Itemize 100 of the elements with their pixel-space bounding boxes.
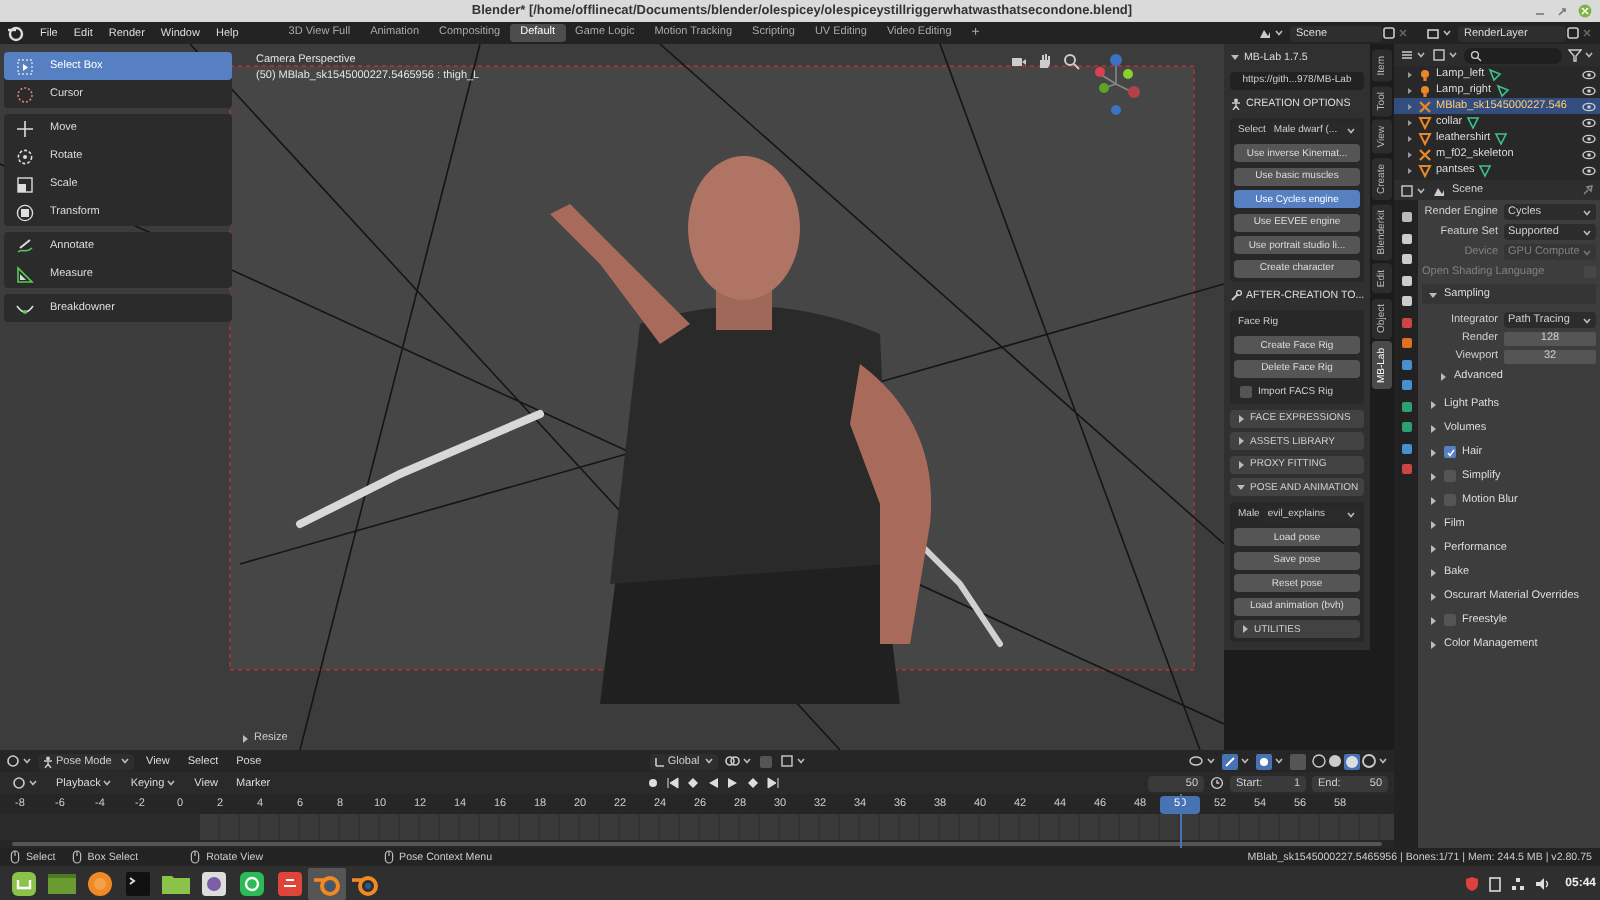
- logo-icon[interactable]: [6, 24, 24, 42]
- volume-icon[interactable]: [1533, 875, 1550, 891]
- scale-icon: [16, 175, 34, 193]
- checkbox[interactable]: [1444, 614, 1456, 626]
- disclosure-triangle-icon[interactable]: [1428, 495, 1438, 505]
- caret-icon: [1448, 50, 1458, 60]
- previous-keyframe-icon[interactable]: [685, 776, 700, 790]
- caret-icon: [28, 778, 38, 788]
- checkbox[interactable]: [1240, 385, 1252, 397]
- maximize-icon[interactable]: [1556, 5, 1568, 17]
- shield-icon[interactable]: [1463, 875, 1480, 891]
- browser-icon: [83, 867, 115, 899]
- camera-icon[interactable]: [1010, 52, 1028, 70]
- mesh-icon: [1418, 163, 1432, 177]
- visibility-icon[interactable]: [1188, 754, 1205, 768]
- wireframe-shading-icon[interactable]: [1312, 754, 1327, 768]
- disclosure-triangle-icon[interactable]: [1236, 436, 1246, 446]
- play-icon[interactable]: [725, 776, 740, 790]
- overlay-icon[interactable]: [1256, 753, 1273, 769]
- disclosure-triangle-icon[interactable]: [1428, 639, 1438, 649]
- caret-icon: [120, 756, 130, 766]
- checkbox[interactable]: [1444, 446, 1456, 458]
- material-shading-icon[interactable]: [1344, 753, 1361, 769]
- disclosure-triangle-icon[interactable]: [1428, 471, 1438, 481]
- solid-shading-icon[interactable]: [1328, 754, 1343, 768]
- store-icon: [235, 867, 267, 899]
- caret-icon: [703, 756, 714, 766]
- disclosure-triangle-icon[interactable]: [240, 733, 250, 743]
- terminal-icon: [121, 867, 153, 899]
- disclosure-triangle-icon[interactable]: [1428, 567, 1438, 577]
- caret-icon: [1416, 50, 1426, 60]
- hand-icon[interactable]: [1036, 52, 1054, 70]
- disclosure-triangle-icon[interactable]: [1428, 591, 1438, 601]
- eye-icon[interactable]: [1582, 115, 1596, 129]
- caret-icon: [795, 756, 806, 766]
- zoom-icon[interactable]: [1062, 52, 1080, 70]
- search-field[interactable]: [1464, 47, 1562, 63]
- disclosure-triangle-icon[interactable]: [1236, 413, 1246, 423]
- rotate-icon: [16, 147, 34, 165]
- eye-icon[interactable]: [1582, 83, 1596, 97]
- check-icon: [1445, 447, 1455, 457]
- taskbar-app[interactable]: [308, 867, 346, 899]
- caret-icon: [741, 756, 752, 766]
- eye-icon[interactable]: [1582, 99, 1596, 113]
- playhead-line: [1180, 794, 1182, 848]
- checkbox[interactable]: [1444, 470, 1456, 482]
- disclosure-triangle-icon[interactable]: [1438, 371, 1448, 381]
- mouse-icon: [190, 850, 201, 864]
- jump-start-icon[interactable]: [665, 776, 680, 790]
- caret-icon: [1584, 50, 1594, 60]
- mesh-data-icon: [1478, 163, 1493, 177]
- disclosure-triangle-icon[interactable]: [1236, 459, 1246, 469]
- caret-icon: [1582, 315, 1592, 325]
- checkbox[interactable]: [1444, 494, 1456, 506]
- caret-icon: [166, 778, 177, 788]
- person-icon: [1230, 97, 1242, 109]
- display-mode-icon[interactable]: [1400, 48, 1414, 62]
- disclosure-triangle-icon[interactable]: [1428, 447, 1438, 457]
- record-icon[interactable]: [645, 776, 660, 790]
- caret-icon: [1274, 28, 1284, 38]
- disclosure-triangle-icon[interactable]: [1428, 519, 1438, 529]
- clock-icon[interactable]: [1210, 776, 1225, 790]
- mouse-icon: [10, 850, 20, 864]
- axes-icon: [653, 755, 666, 767]
- network-icon[interactable]: [1509, 875, 1526, 891]
- viewer-icon: [197, 867, 229, 899]
- eye-icon[interactable]: [1582, 131, 1596, 145]
- next-keyframe-icon[interactable]: [745, 776, 760, 790]
- play-reverse-icon[interactable]: [705, 776, 720, 790]
- menu-icon: [7, 867, 39, 899]
- disclosure-triangle-icon[interactable]: [1230, 52, 1240, 62]
- caret-icon: [102, 778, 113, 788]
- disclosure-triangle-icon[interactable]: [1428, 615, 1438, 625]
- armature-icon: [1418, 99, 1432, 113]
- disclosure-triangle-icon[interactable]: [1428, 289, 1438, 299]
- eye-icon[interactable]: [1582, 147, 1596, 161]
- caret-icon: [1416, 185, 1426, 195]
- dashed-circle-icon: [16, 85, 34, 103]
- eye-icon[interactable]: [1582, 67, 1596, 81]
- transform-icon: [16, 203, 34, 221]
- eye-icon[interactable]: [1582, 163, 1596, 177]
- disclosure-triangle-icon[interactable]: [1428, 543, 1438, 553]
- rendered-shading-icon[interactable]: [1362, 754, 1377, 768]
- disclosure-triangle-icon[interactable]: [1428, 399, 1438, 409]
- disclosure-triangle-icon[interactable]: [1428, 423, 1438, 433]
- toolbox-icon: [273, 867, 305, 899]
- caret-icon: [1378, 756, 1389, 766]
- caret-icon: [1274, 756, 1285, 766]
- disclosure-triangle-icon[interactable]: [1240, 624, 1250, 634]
- pin-icon[interactable]: [1582, 184, 1594, 196]
- move-icon: [16, 119, 34, 137]
- jump-end-icon[interactable]: [765, 776, 780, 790]
- pivot-icon[interactable]: [723, 754, 740, 768]
- gizmo-icon[interactable]: [1222, 753, 1239, 769]
- pose-icon: [42, 755, 54, 767]
- funnel-icon[interactable]: [1568, 48, 1582, 62]
- clipboard-icon[interactable]: [1487, 875, 1502, 891]
- caret-icon: [1206, 756, 1217, 766]
- disclosure-triangle-icon[interactable]: [1236, 482, 1246, 492]
- scene-icon: [1258, 26, 1272, 40]
